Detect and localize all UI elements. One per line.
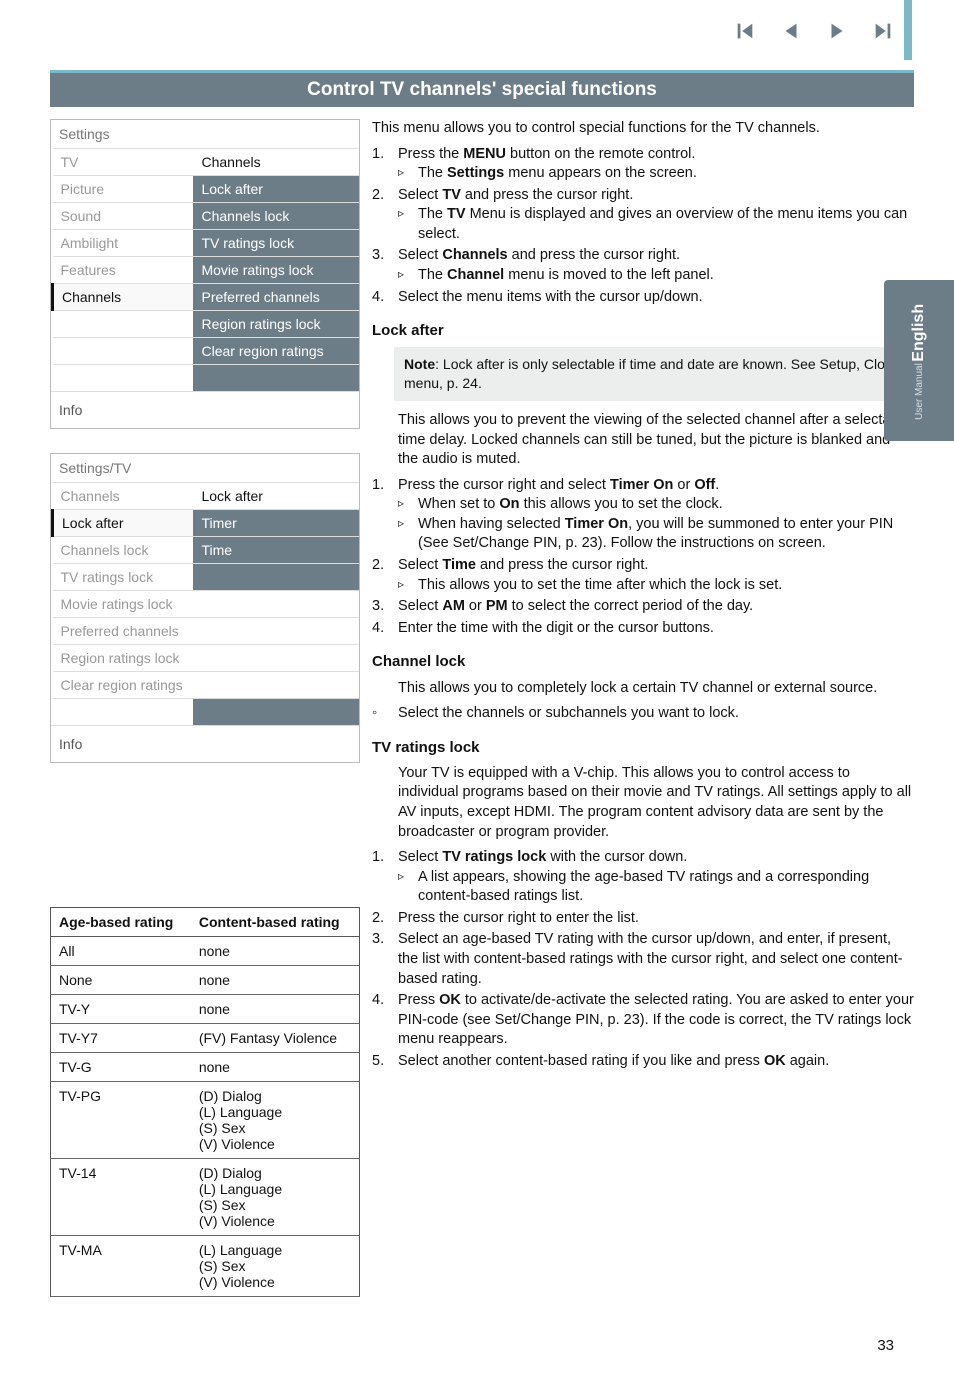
menu-info: Info: [51, 391, 359, 428]
step-item: 3.Select an age-based TV rating with the…: [372, 930, 914, 989]
step-item: 3.Select AM or PM to select the correct …: [372, 597, 914, 617]
rating-age: TV-MA: [51, 1236, 191, 1297]
menu-item[interactable]: Time: [193, 537, 359, 564]
menu-item[interactable]: Features: [53, 257, 194, 284]
menu-item[interactable]: Clear region ratings: [193, 338, 359, 365]
ratings-header: Content-based rating: [191, 908, 360, 937]
tv-ratings-heading: TV ratings lock: [372, 738, 914, 758]
intro-text: This menu allows you to control special …: [372, 119, 914, 139]
step-sub: The TV Menu is displayed and gives an ov…: [398, 205, 914, 244]
step-item: 5.Select another content-based rating if…: [372, 1052, 914, 1072]
step-sub: A list appears, showing the age-based TV…: [398, 868, 914, 907]
rating-age: TV-G: [51, 1053, 191, 1082]
channel-lock-bullet: ◦Select the channels or subchannels you …: [372, 704, 914, 724]
channel-lock-desc: This allows you to completely lock a cer…: [398, 679, 914, 699]
prev-icon[interactable]: [780, 20, 802, 47]
menu-info: Info: [51, 725, 359, 762]
step-sub: The Channel menu is moved to the left pa…: [398, 266, 914, 286]
rating-content: (D) Dialog(L) Language(S) Sex(V) Violenc…: [191, 1159, 360, 1236]
lock-after-note: Note: Lock after is only selectable if t…: [394, 347, 914, 401]
menu-item[interactable]: [53, 699, 194, 726]
menu-item[interactable]: Ambilight: [53, 230, 194, 257]
rating-age: All: [51, 937, 191, 966]
side-tab-doc: User Manual: [914, 363, 925, 420]
step-item: 4.Select the menu items with the cursor …: [372, 288, 914, 308]
last-icon[interactable]: [872, 20, 894, 47]
menu-item[interactable]: Clear region ratings: [53, 672, 194, 699]
header-strip: [904, 0, 912, 60]
menu-item[interactable]: Lock after: [53, 510, 194, 537]
first-icon[interactable]: [734, 20, 756, 47]
menu-title: Settings: [51, 120, 359, 148]
lock-after-heading: Lock after: [372, 321, 914, 341]
menu-item[interactable]: Movie ratings lock: [193, 257, 359, 284]
menu-item[interactable]: [193, 564, 359, 591]
channel-lock-heading: Channel lock: [372, 652, 914, 672]
rating-content: none: [191, 995, 360, 1024]
menu-item[interactable]: TV ratings lock: [53, 564, 194, 591]
step-sub: When having selected Timer On, you will …: [398, 515, 914, 554]
menu-item[interactable]: Lock after: [193, 176, 359, 203]
step-sub: When set to On this allows you to set th…: [398, 495, 914, 515]
menu-item[interactable]: Preferred channels: [53, 618, 194, 645]
rating-content: none: [191, 1053, 360, 1082]
menu-item[interactable]: Sound: [53, 203, 194, 230]
menu-item[interactable]: [53, 311, 194, 338]
rating-age: None: [51, 966, 191, 995]
step-item: 4.Press OK to activate/de-activate the s…: [372, 991, 914, 1050]
ratings-header: Age-based rating: [51, 908, 191, 937]
menu-title: Settings/TV: [51, 454, 359, 482]
menu-item[interactable]: Preferred channels: [193, 284, 359, 311]
step-item: 3.Select Channels and press the cursor r…: [372, 246, 914, 285]
menu-settings-tv: Settings/TV ChannelsLock afterLock after…: [50, 453, 360, 763]
menu-item[interactable]: [193, 365, 359, 392]
menu-item[interactable]: Channels lock: [53, 537, 194, 564]
menu-item[interactable]: Movie ratings lock: [53, 591, 194, 618]
page-number: 33: [877, 1337, 894, 1354]
menu-item[interactable]: Timer: [193, 510, 359, 537]
step-item: 1.Press the MENU button on the remote co…: [372, 145, 914, 184]
step-item: 2.Select Time and press the cursor right…: [372, 556, 914, 595]
side-tab: English User Manual: [884, 280, 954, 441]
menu-item[interactable]: [193, 618, 359, 645]
menu-item[interactable]: [193, 672, 359, 699]
step-sub: The Settings menu appears on the screen.: [398, 164, 914, 184]
menu-item[interactable]: TV ratings lock: [193, 230, 359, 257]
rating-age: TV-PG: [51, 1082, 191, 1159]
step-sub: This allows you to set the time after wh…: [398, 576, 914, 596]
next-icon[interactable]: [826, 20, 848, 47]
side-tab-lang: English: [910, 304, 928, 362]
menu-item[interactable]: [53, 338, 194, 365]
rating-age: TV-14: [51, 1159, 191, 1236]
rating-age: TV-Y: [51, 995, 191, 1024]
menu-item[interactable]: [193, 591, 359, 618]
rating-content: (FV) Fantasy Violence: [191, 1024, 360, 1053]
rating-content: none: [191, 937, 360, 966]
tv-ratings-desc: Your TV is equipped with a V-chip. This …: [398, 764, 914, 842]
rating-content: none: [191, 966, 360, 995]
menu-item[interactable]: [53, 365, 194, 392]
step-item: 2.Press the cursor right to enter the li…: [372, 909, 914, 929]
rating-content: (L) Language(S) Sex(V) Violence: [191, 1236, 360, 1297]
page-header: Control TV channels' special functions: [50, 70, 914, 107]
menu-item[interactable]: [193, 699, 359, 726]
menu-item[interactable]: Channels lock: [193, 203, 359, 230]
menu-item[interactable]: Picture: [53, 176, 194, 203]
lock-after-desc: This allows you to prevent the viewing o…: [398, 411, 914, 470]
step-item: 4.Enter the time with the digit or the c…: [372, 619, 914, 639]
nav-icons: [734, 20, 894, 47]
menu-item[interactable]: Channels: [53, 284, 194, 311]
step-item: 1.Press the cursor right and select Time…: [372, 476, 914, 554]
rating-content: (D) Dialog(L) Language(S) Sex(V) Violenc…: [191, 1082, 360, 1159]
rating-age: TV-Y7: [51, 1024, 191, 1053]
menu-item[interactable]: Region ratings lock: [53, 645, 194, 672]
menu-item[interactable]: Region ratings lock: [193, 311, 359, 338]
menu-item[interactable]: [193, 645, 359, 672]
step-item: 1.Select TV ratings lock with the cursor…: [372, 848, 914, 907]
ratings-table: Age-based ratingContent-based ratingAlln…: [50, 907, 360, 1297]
step-item: 2.Select TV and press the cursor right.T…: [372, 186, 914, 245]
menu-settings: Settings TVChannelsPictureLock afterSoun…: [50, 119, 360, 429]
